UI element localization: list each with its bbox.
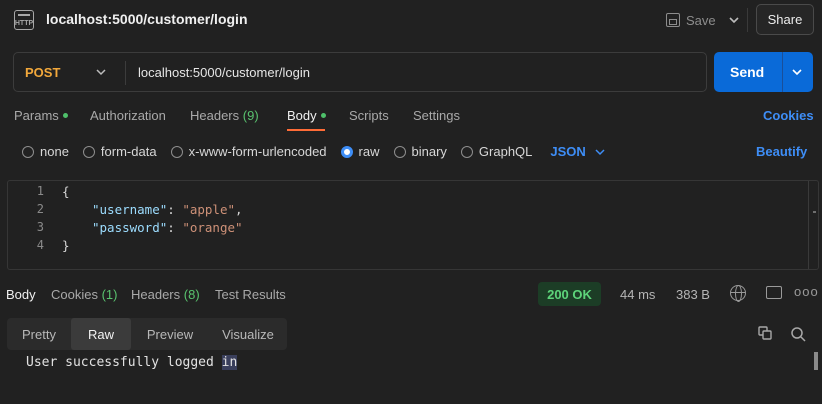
json-value: "apple" (182, 202, 236, 217)
response-size[interactable]: 383 B (676, 287, 710, 302)
beautify-link[interactable]: Beautify (756, 144, 807, 159)
editor-scrollbar[interactable] (808, 181, 809, 269)
line-number: 1 (36, 184, 44, 198)
radio-label: x-www-form-urlencoded (188, 144, 327, 159)
radio-label: binary (411, 144, 447, 159)
line-number: 2 (36, 202, 44, 216)
chevron-down-icon[interactable] (790, 65, 804, 79)
response-tab-headers[interactable]: Headers (8) (131, 287, 200, 302)
json-value: "orange" (182, 220, 243, 235)
active-tab-underline (287, 129, 325, 131)
response-text-selection: in (221, 355, 238, 370)
response-body-text[interactable]: User successfully logged in (26, 355, 238, 370)
tab-body[interactable]: Body (287, 108, 326, 123)
view-mode-pretty[interactable]: Pretty (7, 318, 71, 350)
tab-authorization[interactable]: Authorization (90, 108, 166, 123)
tab-params-label: Params (14, 108, 59, 123)
response-tab-body[interactable]: Body (6, 287, 36, 302)
response-tab-test-results[interactable]: Test Results (215, 287, 286, 302)
response-time[interactable]: 44 ms (620, 287, 655, 302)
view-mode-visualize[interactable]: Visualize (209, 318, 287, 350)
tab-headers-label: Headers (190, 108, 240, 123)
send-button[interactable]: Send (714, 52, 813, 92)
http-icon-label: HTTP (14, 20, 34, 27)
send-divider (782, 52, 783, 92)
radio-circle (460, 145, 473, 158)
save-icon (666, 13, 680, 27)
header-divider (747, 8, 748, 32)
send-label: Send (730, 64, 765, 80)
radio-circle (393, 145, 406, 158)
radio-binary[interactable]: binary (393, 144, 447, 159)
radio-circle (82, 145, 95, 158)
radio-urlencoded[interactable]: x-www-form-urlencoded (170, 144, 327, 159)
line-number: 4 (36, 238, 44, 252)
cookies-count: (1) (101, 287, 118, 302)
tab-scripts[interactable]: Scripts (349, 108, 389, 123)
view-mode-preview[interactable]: Preview (131, 318, 209, 350)
tab-params[interactable]: Params (14, 108, 68, 123)
tab-settings[interactable]: Settings (413, 108, 460, 123)
method-select[interactable]: POST (25, 65, 60, 80)
code-line: { (62, 184, 70, 199)
search-icon[interactable] (790, 326, 806, 342)
save-response-icon[interactable] (766, 286, 782, 299)
url-bar: POST localhost:5000/customer/login (13, 52, 707, 92)
response-tab-cookies[interactable]: Cookies (1) (51, 287, 117, 302)
chevron-down-icon[interactable] (94, 65, 108, 79)
tab-body-label: Body (287, 108, 317, 123)
chevron-down-icon (595, 148, 605, 155)
body-indicator-dot (320, 113, 326, 119)
code-line: "password": "orange" (92, 220, 243, 235)
radio-label: form-data (100, 144, 157, 159)
cookies-link[interactable]: Cookies (763, 108, 814, 123)
radio-form-data[interactable]: form-data (82, 144, 157, 159)
response-headers-count: (8) (183, 287, 200, 302)
save-button[interactable]: Save (666, 10, 716, 30)
radio-label: none (40, 144, 69, 159)
radio-graphql[interactable]: GraphQL (460, 144, 533, 159)
response-tab-cookies-label: Cookies (51, 287, 98, 302)
http-request-icon: HTTP (14, 10, 34, 30)
radio-none[interactable]: none (22, 144, 69, 159)
params-indicator-dot (62, 113, 68, 119)
json-key: "username" (92, 202, 168, 217)
editor-scroll-marker (813, 211, 816, 213)
headers-count: (9) (242, 108, 259, 123)
copy-icon[interactable] (758, 326, 772, 340)
format-select[interactable]: JSON (550, 144, 605, 159)
share-button[interactable]: Share (756, 4, 814, 35)
body-type-options: none form-data x-www-form-urlencoded raw… (22, 144, 606, 159)
url-divider (125, 61, 126, 85)
url-input[interactable]: localhost:5000/customer/login (138, 65, 310, 80)
status-badge[interactable]: 200 OK (538, 282, 601, 306)
radio-circle (170, 145, 183, 158)
response-tab-headers-label: Headers (131, 287, 181, 302)
view-mode-selector: Pretty Raw Preview Visualize (7, 318, 287, 350)
radio-raw[interactable]: raw (340, 144, 380, 159)
response-scrollbar[interactable] (814, 352, 818, 370)
response-text: User successfully logged (26, 355, 222, 370)
code-line: } (62, 238, 70, 253)
request-body-editor[interactable]: 1 2 3 4 { "username": "apple", "password… (7, 180, 819, 270)
save-label: Save (686, 12, 716, 28)
json-key: "password" (92, 220, 168, 235)
radio-label: raw (358, 144, 380, 159)
code-line: "username": "apple", (92, 202, 243, 217)
radio-circle-selected (340, 145, 353, 158)
radio-circle (22, 145, 34, 158)
tab-headers[interactable]: Headers (9) (190, 108, 259, 123)
line-number: 3 (36, 220, 44, 234)
view-mode-raw[interactable]: Raw (71, 318, 131, 350)
globe-icon[interactable] (730, 285, 746, 302)
chevron-down-icon[interactable] (726, 12, 742, 28)
more-options-icon[interactable]: ooo (794, 284, 819, 299)
format-label: JSON (550, 144, 586, 159)
request-title[interactable]: localhost:5000/customer/login (46, 11, 248, 27)
radio-label: GraphQL (478, 144, 533, 159)
